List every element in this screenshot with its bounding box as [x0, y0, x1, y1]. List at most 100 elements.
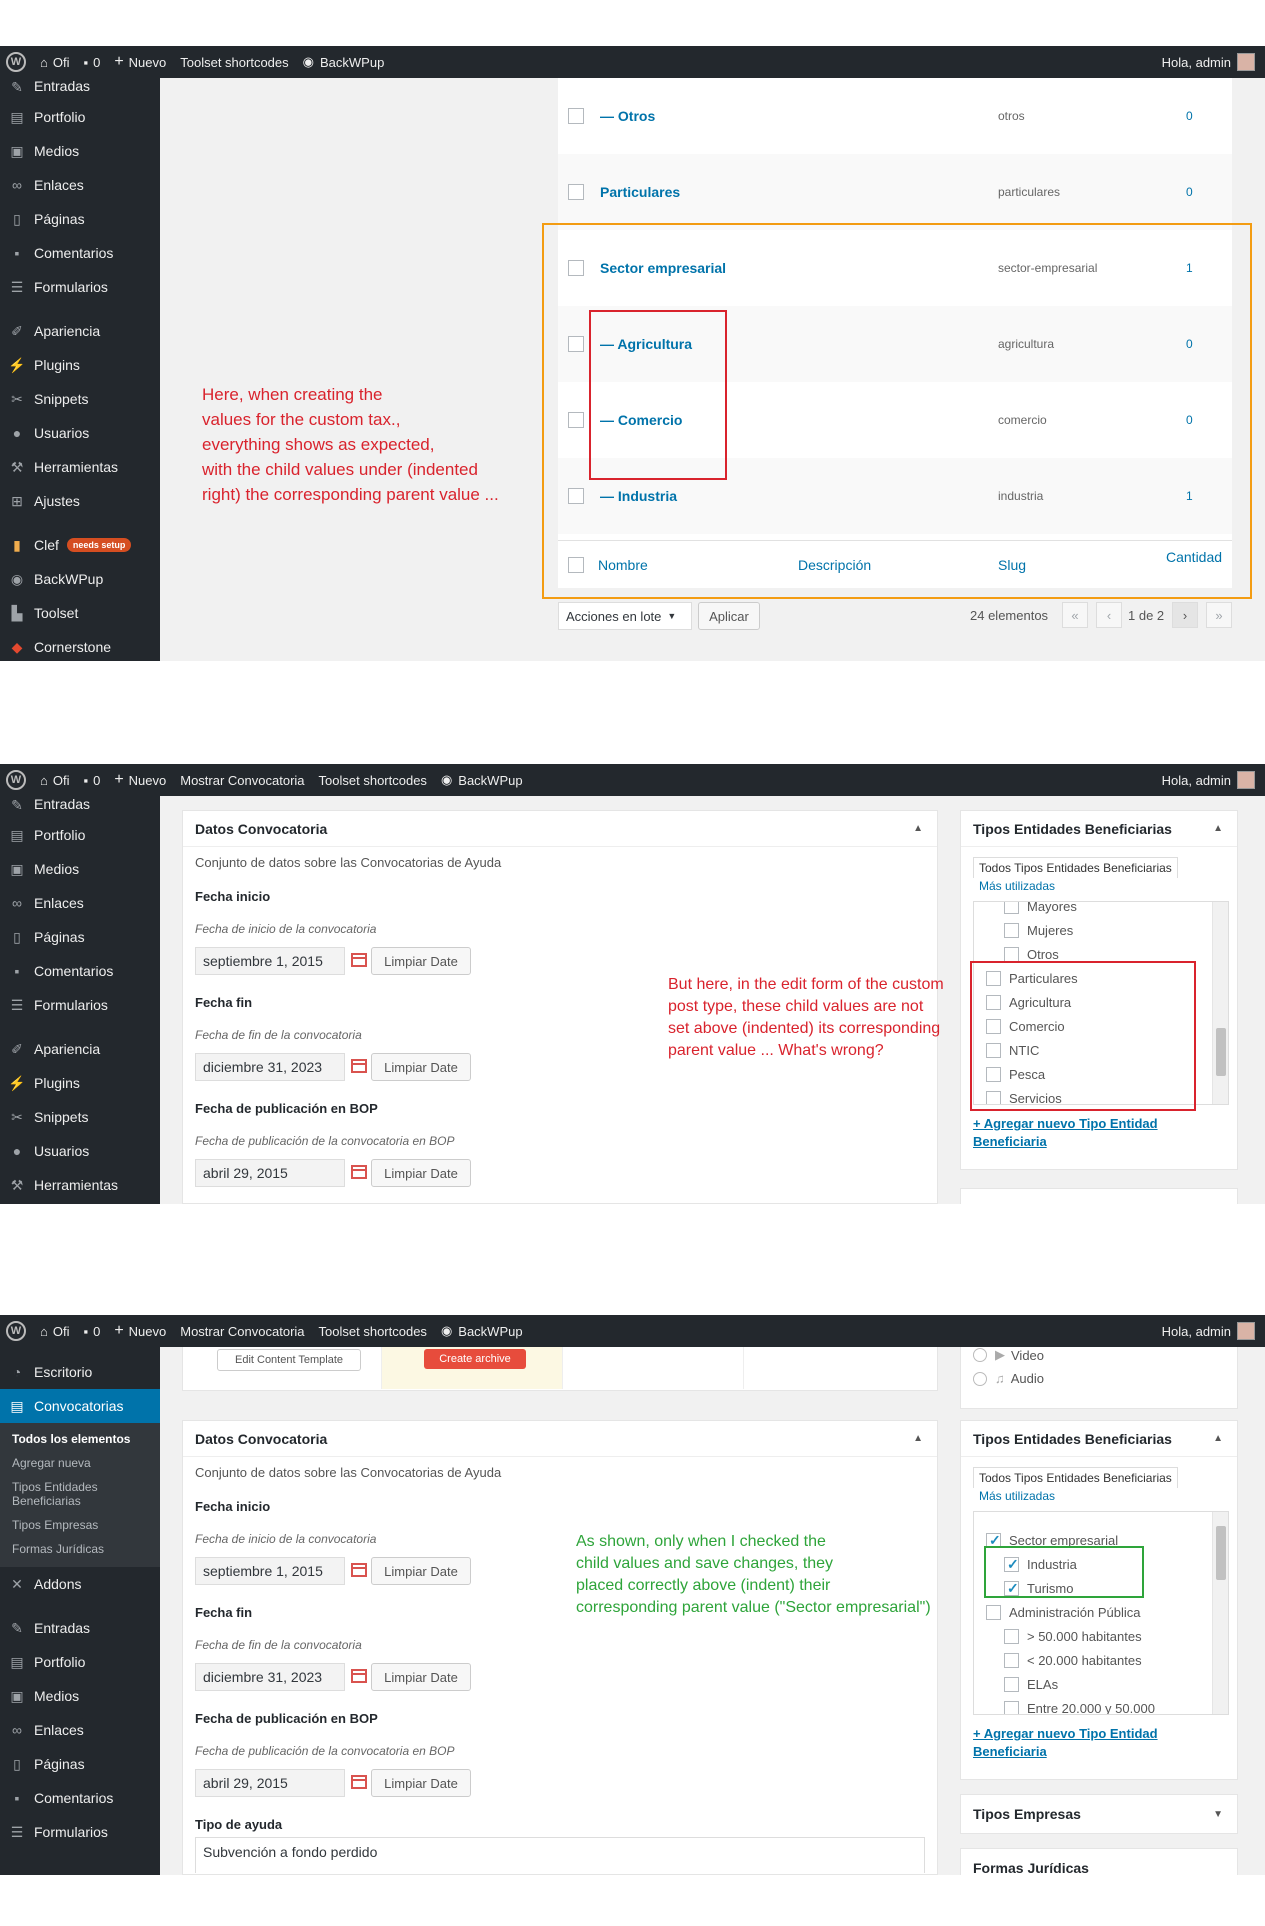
term-count[interactable]: 1 — [1186, 489, 1193, 503]
menu-ajustes[interactable]: ⊞ Ajustes — [0, 484, 160, 518]
menu-medios[interactable]: ▣ Medios — [0, 1679, 160, 1713]
term-name-link[interactable]: — Industria — [600, 488, 677, 504]
category-item[interactable]: Otros — [974, 942, 1214, 966]
toolset-shortcodes-link[interactable]: Toolset shortcodes — [180, 55, 288, 70]
scroll-thumb[interactable] — [1216, 1028, 1226, 1076]
category-checkbox[interactable] — [1004, 1628, 1019, 1644]
menu-formularios[interactable]: ☰ Formularios — [0, 988, 160, 1022]
calendar-icon[interactable] — [351, 1165, 367, 1179]
category-checkbox[interactable] — [986, 1604, 1001, 1620]
toolset-shortcodes-link[interactable]: Toolset shortcodes — [319, 773, 427, 788]
menu-addons[interactable]: ✕ Addons — [0, 1567, 160, 1601]
menu-convocatorias[interactable]: ▤ Convocatorias — [0, 1389, 160, 1423]
category-item[interactable]: Turismo — [974, 1576, 1214, 1600]
category-item[interactable]: Agricultura — [974, 990, 1214, 1014]
select-all-checkbox[interactable] — [568, 556, 584, 573]
clear-date-button[interactable]: Limpiar Date — [371, 947, 471, 975]
site-name-link[interactable]: ⌂ Ofi — [40, 55, 69, 70]
tab-all[interactable]: Todos Tipos Entidades Beneficiarias — [973, 857, 1178, 878]
new-content-link[interactable]: + Nuevo — [114, 1322, 166, 1340]
term-name-link[interactable]: — Agricultura — [600, 336, 692, 352]
menu-apariencia[interactable]: ✐ Apariencia — [0, 1032, 160, 1066]
term-count[interactable]: 0 — [1186, 185, 1193, 199]
category-item[interactable]: Sector empresarial — [974, 1528, 1214, 1552]
fecha-fin-input[interactable]: diciembre 31, 2023 — [195, 1663, 345, 1691]
menu-enlaces[interactable]: ∞ Enlaces — [0, 168, 160, 202]
menu-snippets[interactable]: ✂ Snippets — [0, 382, 160, 416]
menu-portfolio[interactable]: ▤ Portfolio — [0, 1645, 160, 1679]
fecha-bop-input[interactable]: abril 29, 2015 — [195, 1769, 345, 1797]
metabox-title[interactable]: Tipos Entidades Beneficiarias ▲ — [961, 1421, 1237, 1457]
metabox-title[interactable]: Formas Jurídicas — [961, 1849, 1237, 1875]
clear-date-button[interactable]: Limpiar Date — [371, 1557, 471, 1585]
clear-date-button[interactable]: Limpiar Date — [371, 1769, 471, 1797]
category-item[interactable]: < 20.000 habitantes — [974, 1648, 1214, 1672]
row-checkbox[interactable] — [568, 184, 584, 200]
term-count[interactable]: 0 — [1186, 337, 1193, 351]
menu-portfolio[interactable]: ▤ Portfolio — [0, 818, 160, 852]
menu-entradas[interactable]: ✎ Entradas — [0, 796, 160, 818]
term-name-link[interactable]: — Comercio — [600, 412, 682, 428]
menu-comentarios[interactable]: ▪ Comentarios — [0, 1781, 160, 1815]
menu-entradas[interactable]: ✎ Entradas — [0, 78, 160, 100]
add-new-term-link[interactable]: + Agregar nuevo Tipo Entidad Beneficiari… — [973, 1725, 1193, 1761]
menu-plugins[interactable]: ⚡ Plugins — [0, 348, 160, 382]
fecha-fin-input[interactable]: diciembre 31, 2023 — [195, 1053, 345, 1081]
row-checkbox[interactable] — [568, 336, 584, 352]
menu-enlaces[interactable]: ∞ Enlaces — [0, 1713, 160, 1747]
category-item[interactable]: Comercio — [974, 1014, 1214, 1038]
tab-most-used[interactable]: Más utilizadas — [973, 1488, 1178, 1504]
apply-button[interactable]: Aplicar — [698, 602, 760, 630]
menu-plugins[interactable]: ⚡ Plugins — [0, 1066, 160, 1100]
fecha-inicio-input[interactable]: septiembre 1, 2015 — [195, 947, 345, 975]
metabox-title[interactable]: Datos Convocatoria ▲ — [183, 1421, 937, 1457]
row-checkbox[interactable] — [568, 412, 584, 428]
category-checkbox[interactable] — [1004, 1580, 1019, 1597]
row-checkbox[interactable] — [568, 488, 584, 504]
collapse-arrow-icon[interactable]: ▲ — [1213, 1433, 1223, 1444]
row-checkbox[interactable] — [568, 260, 584, 276]
clear-date-button[interactable]: Limpiar Date — [371, 1663, 471, 1691]
category-item[interactable]: NTIC — [974, 1038, 1214, 1062]
menu-escritorio[interactable]: ◔ Escritorio — [0, 1355, 160, 1389]
menu-usuarios[interactable]: ● Usuarios — [0, 416, 160, 450]
backwpup-link[interactable]: ◉ BackWPup — [441, 772, 523, 788]
metabox-title[interactable]: Tipos Entidades Beneficiarias ▲ — [961, 811, 1237, 847]
category-item[interactable]: Industria — [974, 1552, 1214, 1576]
category-item[interactable]: Entre 20.000 y 50.000 — [974, 1696, 1214, 1714]
fecha-inicio-input[interactable]: septiembre 1, 2015 — [195, 1557, 345, 1585]
fecha-bop-input[interactable]: abril 29, 2015 — [195, 1159, 345, 1187]
show-convocatoria-link[interactable]: Mostrar Convocatoria — [180, 773, 304, 788]
category-item[interactable]: Pesca — [974, 1062, 1214, 1086]
comments-link[interactable]: ▪ 0 — [83, 55, 100, 70]
category-checkbox[interactable] — [1004, 946, 1019, 962]
calendar-icon[interactable] — [351, 1775, 367, 1789]
category-checkbox[interactable] — [986, 1532, 1001, 1549]
column-nombre[interactable]: Nombre — [598, 557, 648, 573]
menu-clef[interactable]: ▮ Clef needs setup — [0, 528, 160, 562]
wp-logo-icon[interactable]: W — [6, 1321, 26, 1341]
metabox-title[interactable]: Tipos Empresas ▼ — [961, 1795, 1237, 1833]
scroll-thumb[interactable] — [1216, 1526, 1226, 1580]
menu-herramientas[interactable]: ⚒ Herramientas — [0, 450, 160, 484]
category-checkbox[interactable] — [1004, 1556, 1019, 1573]
scrollbar[interactable] — [1212, 902, 1228, 1104]
category-checkbox[interactable] — [986, 1090, 1001, 1104]
menu-comentarios[interactable]: ▪ Comentarios — [0, 954, 160, 988]
submenu-todos[interactable]: Todos los elementos — [0, 1427, 160, 1451]
category-checkbox[interactable] — [986, 970, 1001, 986]
tab-all[interactable]: Todos Tipos Entidades Beneficiarias — [973, 1467, 1178, 1488]
scrollbar[interactable] — [1212, 1512, 1228, 1714]
edit-content-template-button[interactable]: Edit Content Template — [217, 1349, 361, 1371]
column-cantidad[interactable]: Cantidad — [1166, 549, 1222, 565]
menu-medios[interactable]: ▣ Medios — [0, 134, 160, 168]
category-checklist[interactable]: Mayores Mujeres Otros Particulares Agricultu… — [973, 901, 1229, 1105]
category-checkbox[interactable] — [986, 994, 1001, 1010]
menu-usuarios[interactable]: ● Usuarios — [0, 1134, 160, 1168]
prev-page-button[interactable]: ‹ — [1096, 602, 1122, 628]
row-checkbox[interactable] — [568, 108, 584, 124]
my-account-link[interactable]: Hola, admin — [1162, 1315, 1255, 1347]
collapse-arrow-icon[interactable]: ▲ — [913, 1433, 923, 1444]
category-checkbox[interactable] — [986, 1042, 1001, 1058]
tipo-ayuda-input[interactable]: Subvención a fondo perdido — [195, 1837, 925, 1873]
